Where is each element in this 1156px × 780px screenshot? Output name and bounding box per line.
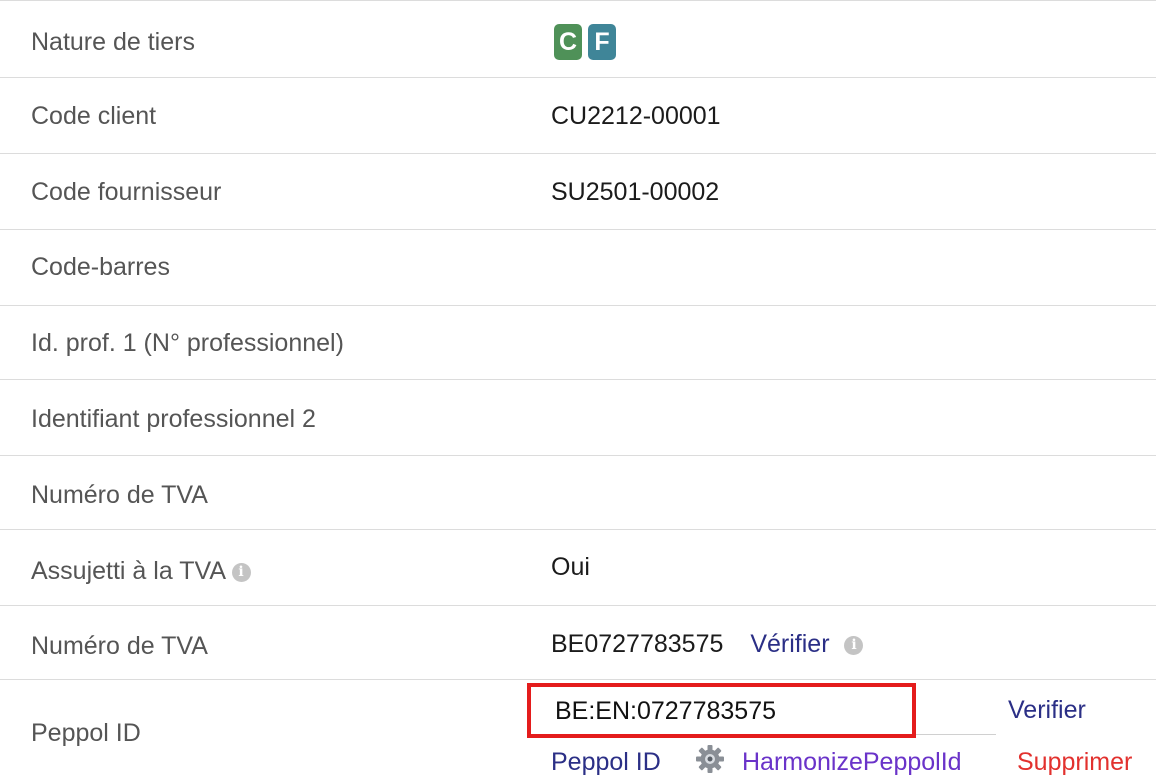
- field-label: Assujetti à la TVA i: [31, 556, 251, 586]
- row-nature-de-tiers: Nature de tiers C F: [0, 0, 1156, 78]
- row-assujetti-tva: Assujetti à la TVA i Oui: [0, 530, 1156, 606]
- row-numero-tva: Numéro de TVA BE0727783575 Vérifier i: [0, 606, 1156, 680]
- row-code-client: Code client CU2212-00001: [0, 78, 1156, 154]
- field-label: Code fournisseur: [31, 178, 222, 206]
- supplier-code-value: SU2501-00002: [551, 178, 720, 206]
- info-icon[interactable]: i: [844, 635, 864, 655]
- field-label: Nature de tiers: [31, 28, 195, 56]
- field-label: Code-barres: [31, 253, 170, 281]
- supplier-badge: F: [588, 24, 616, 60]
- field-label: Peppol ID: [31, 719, 141, 747]
- verify-vat-link[interactable]: Vérifier: [750, 630, 829, 658]
- harmonize-peppol-id-link[interactable]: HarmonizePeppolId: [742, 747, 962, 777]
- peppol-id-input[interactable]: BE:EN:0727783575: [527, 683, 916, 738]
- field-label: Identifiant professionnel 2: [31, 405, 316, 433]
- field-label: Code client: [31, 102, 157, 130]
- field-label: Numéro de TVA: [31, 481, 208, 509]
- customer-badge: C: [554, 24, 582, 60]
- peppol-id-input-value: BE:EN:0727783575: [555, 697, 777, 725]
- vat-number-value: BE0727783575: [551, 630, 724, 658]
- row-id-prof-1: Id. prof. 1 (N° professionnel): [0, 306, 1156, 380]
- peppol-id-link[interactable]: Peppol ID: [551, 747, 661, 777]
- vat-subject-label: Assujetti à la TVA: [31, 557, 225, 585]
- info-icon[interactable]: i: [231, 562, 251, 582]
- delete-link[interactable]: Supprimer: [1017, 747, 1132, 777]
- customer-code-value: CU2212-00001: [551, 102, 721, 130]
- field-label: Numéro de TVA: [31, 632, 208, 660]
- gear-icon[interactable]: [695, 744, 725, 774]
- row-id-prof-2: Identifiant professionnel 2: [0, 380, 1156, 456]
- verify-peppol-link[interactable]: Verifier: [1008, 695, 1086, 725]
- field-label: Id. prof. 1 (N° professionnel): [31, 329, 344, 357]
- vat-subject-value: Oui: [551, 553, 590, 581]
- row-numero-tva-empty: Numéro de TVA: [0, 456, 1156, 530]
- third-party-details-table: Nature de tiers C F Code client CU2212-0…: [0, 0, 1156, 780]
- row-code-fournisseur: Code fournisseur SU2501-00002: [0, 154, 1156, 230]
- vat-number-line: BE0727783575 Vérifier i: [551, 629, 864, 659]
- input-underline: [916, 734, 996, 735]
- row-code-barres: Code-barres: [0, 230, 1156, 306]
